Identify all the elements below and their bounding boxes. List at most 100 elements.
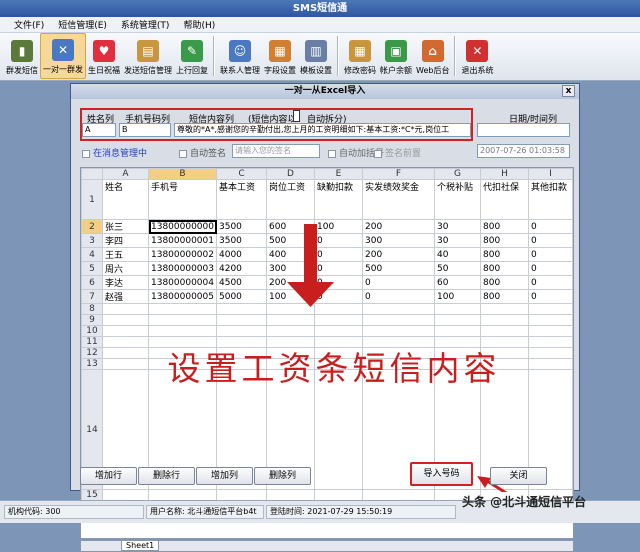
toolbar-button-balance[interactable]: ▣ 帐户余额	[378, 33, 414, 79]
column-header[interactable]: D	[266, 168, 315, 180]
bookmark-checkbox[interactable]	[82, 149, 90, 158]
grid-cell[interactable]	[314, 303, 363, 315]
column-header[interactable]: E	[314, 168, 363, 180]
grid-cell[interactable]: 张三	[102, 219, 149, 234]
grid-cell[interactable]	[434, 314, 481, 326]
grid-cell[interactable]: 4500	[216, 275, 267, 290]
grid-cell[interactable]	[102, 303, 149, 315]
toolbar-button-archive[interactable]: ▤ 发送短信管理	[122, 33, 174, 79]
grid-cell[interactable]: 100	[266, 289, 315, 304]
grid-cell[interactable]: 200	[266, 275, 315, 290]
sign-front-option[interactable]: 签名前置	[374, 146, 421, 159]
add-row-button[interactable]: 增加行	[80, 467, 137, 485]
grid-cell[interactable]: 3500	[216, 233, 267, 248]
grid-cell[interactable]: 300	[266, 261, 315, 276]
grid-cell[interactable]: 30	[434, 233, 481, 248]
grid-cell[interactable]: 缺勤扣款	[314, 179, 363, 220]
grid-cell[interactable]	[102, 325, 149, 337]
grid-cell[interactable]: 800	[480, 289, 529, 304]
menu-system-management[interactable]: 系统管理(T)	[121, 18, 170, 31]
row-header[interactable]: 9	[81, 314, 103, 326]
column-header[interactable]: C	[216, 168, 267, 180]
content-input[interactable]: 尊敬的*A*,感谢您的辛勤付出,您上月的工资明细如下:基本工资:*C*元,岗位工	[174, 123, 471, 137]
grid-cell[interactable]	[314, 489, 363, 501]
grid-cell[interactable]: 30	[434, 219, 481, 234]
auto-sign-option[interactable]: 自动签名	[179, 146, 226, 159]
grid-cell[interactable]: 800	[480, 247, 529, 262]
row-header[interactable]: 4	[81, 247, 103, 262]
grid-cell[interactable]: 5000	[216, 289, 267, 304]
column-header[interactable]: H	[480, 168, 529, 180]
column-header[interactable]: A	[102, 168, 149, 180]
grid-cell[interactable]: 800	[480, 233, 529, 248]
toolbar-button-password[interactable]: ▦ 修改密码	[342, 33, 378, 79]
grid-cell[interactable]	[434, 303, 481, 315]
grid-cell[interactable]	[362, 325, 435, 337]
add-column-button[interactable]: 增加列	[196, 467, 253, 485]
menu-sms-management[interactable]: 短信管理(E)	[58, 18, 107, 31]
grid-cell[interactable]	[102, 314, 149, 326]
toolbar-button-home[interactable]: ⌂ Web后台	[414, 33, 451, 79]
toolbar-button-contacts[interactable]: ☺ 联系人管理	[218, 33, 262, 79]
auto-prefix-checkbox[interactable]	[328, 149, 336, 158]
grid-cell[interactable]: 王五	[102, 247, 149, 262]
grid-cell[interactable]: 岗位工资	[266, 179, 315, 220]
menu-help[interactable]: 帮助(H)	[183, 18, 215, 31]
delete-row-button[interactable]: 删除行	[138, 467, 195, 485]
grid-cell[interactable]: 60	[434, 275, 481, 290]
grid-cell[interactable]: 0	[528, 289, 573, 304]
phone-col-input[interactable]: B	[119, 123, 171, 137]
grid-cell[interactable]	[362, 489, 435, 501]
grid-cell[interactable]	[216, 489, 267, 501]
grid-cell[interactable]: 0	[528, 261, 573, 276]
grid-cell[interactable]: 800	[480, 219, 529, 234]
grid-cell[interactable]: 0	[528, 233, 573, 248]
import-numbers-button[interactable]: 导入号码	[410, 462, 473, 486]
grid-cell[interactable]: 13800000005	[148, 289, 217, 304]
row-header[interactable]: 10	[81, 325, 103, 337]
grid-cell[interactable]: 600	[266, 219, 315, 234]
grid-cell[interactable]: 李达	[102, 275, 149, 290]
grid-cell[interactable]	[148, 314, 217, 326]
name-col-input[interactable]: A	[82, 123, 116, 137]
grid-cell[interactable]	[148, 325, 217, 337]
dialog-close-button[interactable]: x	[562, 85, 575, 97]
grid-cell[interactable]: 姓名	[102, 179, 149, 220]
grid-cell[interactable]	[216, 325, 267, 337]
row-header[interactable]: 6	[81, 275, 103, 290]
grid-cell[interactable]: 0	[314, 289, 363, 304]
toolbar-button-template[interactable]: ▥ 模板设置	[298, 33, 334, 79]
grid-cell[interactable]: 13800000001	[148, 233, 217, 248]
grid-cell[interactable]: 0	[314, 261, 363, 276]
grid-cell[interactable]: 13800000003	[148, 261, 217, 276]
datetime-picker[interactable]: 2007-07-26 01:03:58	[477, 144, 570, 158]
row-header[interactable]: 2	[81, 219, 103, 234]
grid-cell[interactable]	[480, 314, 529, 326]
grid-cell[interactable]: 100	[314, 219, 363, 234]
grid-cell[interactable]: 800	[480, 261, 529, 276]
grid-cell[interactable]: 基本工资	[216, 179, 267, 220]
grid-cell[interactable]: 800	[480, 275, 529, 290]
sign-input[interactable]: 请输入您的签名	[232, 144, 320, 158]
menu-file[interactable]: 文件(F)	[14, 18, 44, 31]
grid-cell[interactable]: 13800000004	[148, 275, 217, 290]
grid-cell[interactable]: 40	[434, 247, 481, 262]
grid-cell[interactable]: 0	[528, 275, 573, 290]
grid-cell[interactable]: 4200	[216, 261, 267, 276]
grid-cell[interactable]	[480, 325, 529, 337]
row-header[interactable]: 5	[81, 261, 103, 276]
bookmark-option[interactable]: 在消息管理中	[82, 146, 147, 159]
grid-cell[interactable]	[216, 303, 267, 315]
grid-cell[interactable]	[148, 303, 217, 315]
grid-cell[interactable]: 0	[528, 247, 573, 262]
select-all-corner[interactable]	[81, 168, 103, 180]
grid-cell[interactable]: 13800000000	[148, 219, 217, 234]
date-col-input[interactable]	[477, 123, 570, 137]
close-button[interactable]: 关闭	[490, 467, 547, 485]
toolbar-button-heart[interactable]: ♥ 生日祝福	[86, 33, 122, 79]
grid-cell[interactable]: 500	[266, 233, 315, 248]
grid-cell[interactable]	[148, 489, 217, 501]
row-header[interactable]: 15	[81, 489, 103, 501]
grid-cell[interactable]: 手机号	[148, 179, 217, 220]
grid-cell[interactable]: 个税补贴	[434, 179, 481, 220]
